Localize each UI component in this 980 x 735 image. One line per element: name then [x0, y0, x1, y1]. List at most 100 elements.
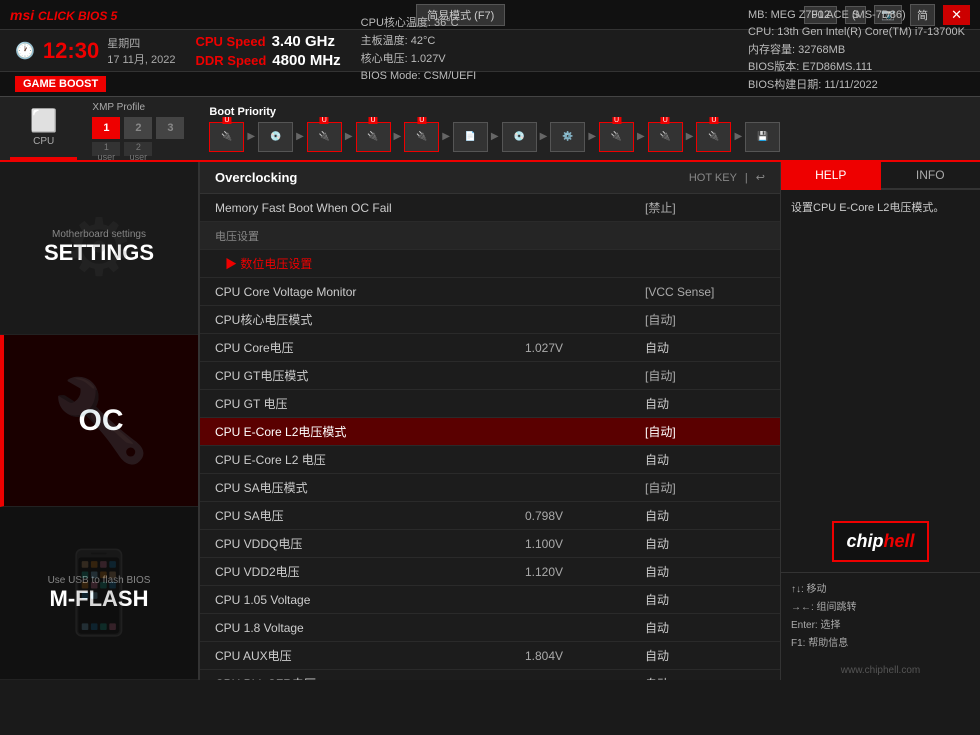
row-cpu-pll-sfr[interactable]: CPU PLL SFR电压 自动 [200, 670, 780, 680]
msi-logo: msi CLICK BIOS 5 [10, 7, 117, 23]
boot-device-6[interactable]: 📄 [453, 122, 488, 152]
xmp-section: XMP Profile 1 2 3 1user 2user [77, 97, 199, 160]
sys-info-right: MB: MEG Z790 ACE (MS-7D86) CPU: 13th Gen… [748, 7, 965, 95]
boot-device-9[interactable]: U🔌 [599, 122, 634, 152]
row-cpu-105v[interactable]: CPU 1.05 Voltage 自动 [200, 586, 780, 614]
sys-temp-mb: 主板温度: 42°C [361, 33, 728, 51]
boot-device-10[interactable]: U🔌 [648, 122, 683, 152]
row-cpu-core-voltage[interactable]: CPU Core电压 1.027V 自动 [200, 334, 780, 362]
help-tab[interactable]: HELP [781, 162, 881, 190]
row-cpu-18v-val2: 自动 [645, 619, 765, 636]
sys-bios-date: BIOS构建日期: 11/11/2022 [748, 77, 965, 95]
row-cpu-core-v-val2: 自动 [645, 339, 765, 356]
row-cpu-vdd2-val1: 1.120V [525, 565, 645, 579]
chiphell-logo: chiphell [832, 521, 928, 562]
row-cpu-sa-v-val1: 0.798V [525, 509, 645, 523]
sidebar-item-settings[interactable]: ⚙ Motherboard settings SETTINGS [0, 162, 198, 335]
row-cpu-gt-mode[interactable]: CPU GT电压模式 [自动] [200, 362, 780, 390]
boot-device-4[interactable]: U🔌 [356, 122, 391, 152]
boot-device-5[interactable]: U🔌 [404, 122, 439, 152]
row-cpu-ecore-l2-mode[interactable]: CPU E-Core L2电压模式 [自动] [200, 418, 780, 446]
row-cpu-core-v-val1: 1.027V [525, 341, 645, 355]
row-cpu-sa-v-name: CPU SA电压 [215, 507, 525, 524]
chiphell-logo-area: chiphell [781, 511, 980, 572]
row-cpu-105v-name: CPU 1.05 Voltage [215, 593, 525, 607]
sys-bios-mode: BIOS Mode: CSM/UEFI [361, 68, 728, 86]
row-cpu-core-mode-value: [自动] [645, 311, 765, 328]
row-cpu-sa-mode-name: CPU SA电压模式 [215, 479, 645, 496]
settings-sublabel: Motherboard settings [52, 229, 146, 240]
boot-device-11[interactable]: U🔌 [696, 122, 731, 152]
hotkey-back-icon[interactable]: ↩ [756, 171, 765, 184]
settings-scroll-area[interactable]: Memory Fast Boot When OC Fail [禁止] 电压设置 … [200, 194, 780, 680]
row-memory-fast-boot-name: Memory Fast Boot When OC Fail [215, 201, 645, 215]
right-tabs: HELP INFO [781, 162, 980, 190]
row-cpu-gt-v-val2: 自动 [645, 395, 765, 412]
voltage-section-title: 电压设置 [215, 228, 765, 244]
xmp-btn-2[interactable]: 2 [124, 117, 152, 139]
xmp-btn-3[interactable]: 3 [156, 117, 184, 139]
boot-device-3[interactable]: U🔌 [307, 122, 342, 152]
game-boost-label[interactable]: GAME BOOST [15, 76, 106, 92]
date-display: 星期四 17 11月, 2022 [107, 35, 175, 67]
row-memory-fast-boot[interactable]: Memory Fast Boot When OC Fail [禁止] [200, 194, 780, 222]
date-value: 17 11月, 2022 [107, 51, 175, 67]
ddr-speed-label: DDR Speed [196, 53, 267, 68]
center-content: Overclocking HOT KEY | ↩ Memory Fast Boo… [200, 162, 780, 680]
ddr-speed-value: 4800 MHz [272, 52, 340, 69]
row-cpu-aux-val1: 1.804V [525, 649, 645, 663]
shortcut-f1: F1: 帮助信息 [791, 635, 970, 653]
left-sidebar: ⚙ Motherboard settings SETTINGS 🔧 OC 📱 U… [0, 162, 200, 680]
boot-device-1[interactable]: U🔌 [209, 122, 244, 152]
xmp-user-btn-1[interactable]: 1user [92, 142, 120, 156]
digital-voltage-name: ▶ 数位电压设置 [225, 255, 765, 272]
row-digital-voltage[interactable]: ▶ 数位电压设置 [200, 250, 780, 278]
xmp-user-btn-2[interactable]: 2user [124, 142, 152, 156]
row-cpu-core-voltage-monitor[interactable]: CPU Core Voltage Monitor [VCC Sense] [200, 278, 780, 306]
boot-priority-container: Boot Priority U🔌 ▶ 💿 ▶ U🔌 ▶ U🔌 ▶ U🔌 ▶ 📄 … [199, 101, 970, 157]
xmp-buttons: 1 2 3 [92, 117, 184, 139]
status-bar: 🕐 12:30 星期四 17 11月, 2022 CPU Speed 3.40 … [0, 30, 980, 72]
row-cpu-105v-val2: 自动 [645, 591, 765, 608]
xmp-btn-1[interactable]: 1 [92, 117, 120, 139]
row-cpu-gt-voltage[interactable]: CPU GT 电压 自动 [200, 390, 780, 418]
hotkey-sep: | [745, 172, 748, 184]
sidebar-item-mflash[interactable]: 📱 Use USB to flash BIOS M-FLASH [0, 507, 198, 680]
row-cpu-aux[interactable]: CPU AUX电压 1.804V 自动 [200, 642, 780, 670]
row-cpu-18v-name: CPU 1.8 Voltage [215, 621, 525, 635]
row-cpu-core-monitor-value: [VCC Sense] [645, 285, 765, 299]
info-tab[interactable]: INFO [881, 162, 980, 190]
row-cpu-pll-sfr-val2: 自动 [645, 675, 765, 680]
sys-mb-model: MB: MEG Z790 ACE (MS-7D86) [748, 7, 965, 25]
row-cpu-sa-mode[interactable]: CPU SA电压模式 [自动] [200, 474, 780, 502]
boot-device-8[interactable]: ⚙️ [550, 122, 585, 152]
row-cpu-gt-mode-name: CPU GT电压模式 [215, 367, 645, 384]
profile-row: ⬜ CPU XMP Profile 1 2 3 1user 2user Boot… [0, 97, 980, 162]
boot-device-12[interactable]: 💾 [745, 122, 780, 152]
watermark: www.chiphell.com [781, 661, 980, 680]
cpu-profile-label: CPU [33, 136, 54, 147]
settings-table: Memory Fast Boot When OC Fail [禁止] 电压设置 … [200, 194, 780, 680]
row-memory-fast-boot-value: [禁止] [645, 199, 765, 216]
row-cpu-sa-voltage[interactable]: CPU SA电压 0.798V 自动 [200, 502, 780, 530]
boot-device-2[interactable]: 💿 [258, 122, 293, 152]
boot-device-7[interactable]: 💿 [502, 122, 537, 152]
time-display: 12:30 [43, 38, 99, 64]
sys-info-mid: CPU核心温度: 36°C 主板温度: 42°C 核心电压: 1.027V BI… [361, 15, 728, 85]
cpu-profile-tab[interactable]: ⬜ CPU [10, 97, 77, 160]
sidebar-item-oc[interactable]: 🔧 OC [0, 335, 198, 508]
cpu-speed-label: CPU Speed [196, 34, 266, 49]
row-cpu-vdd2[interactable]: CPU VDD2电压 1.120V 自动 [200, 558, 780, 586]
row-cpu-vdd2-name: CPU VDD2电压 [215, 563, 525, 580]
help-shortcuts: ↑↓: 移动 →←: 组间跳转 Enter: 选择 F1: 帮助信息 [781, 572, 980, 661]
row-cpu-vddq[interactable]: CPU VDDQ电压 1.100V 自动 [200, 530, 780, 558]
row-cpu-aux-name: CPU AUX电压 [215, 647, 525, 664]
row-cpu-core-voltage-mode[interactable]: CPU核心电压模式 [自动] [200, 306, 780, 334]
overclocking-title: Overclocking [215, 170, 297, 185]
row-cpu-18v[interactable]: CPU 1.8 Voltage 自动 [200, 614, 780, 642]
row-cpu-ecore-l2-voltage[interactable]: CPU E-Core L2 电压 自动 [200, 446, 780, 474]
help-text: 设置CPU E-Core L2电压模式。 [791, 200, 970, 218]
row-cpu-ecore-l2-v-name: CPU E-Core L2 电压 [215, 451, 525, 468]
mflash-label: M-FLASH [50, 586, 149, 612]
xmp-sub-buttons: 1user 2user [92, 142, 152, 156]
